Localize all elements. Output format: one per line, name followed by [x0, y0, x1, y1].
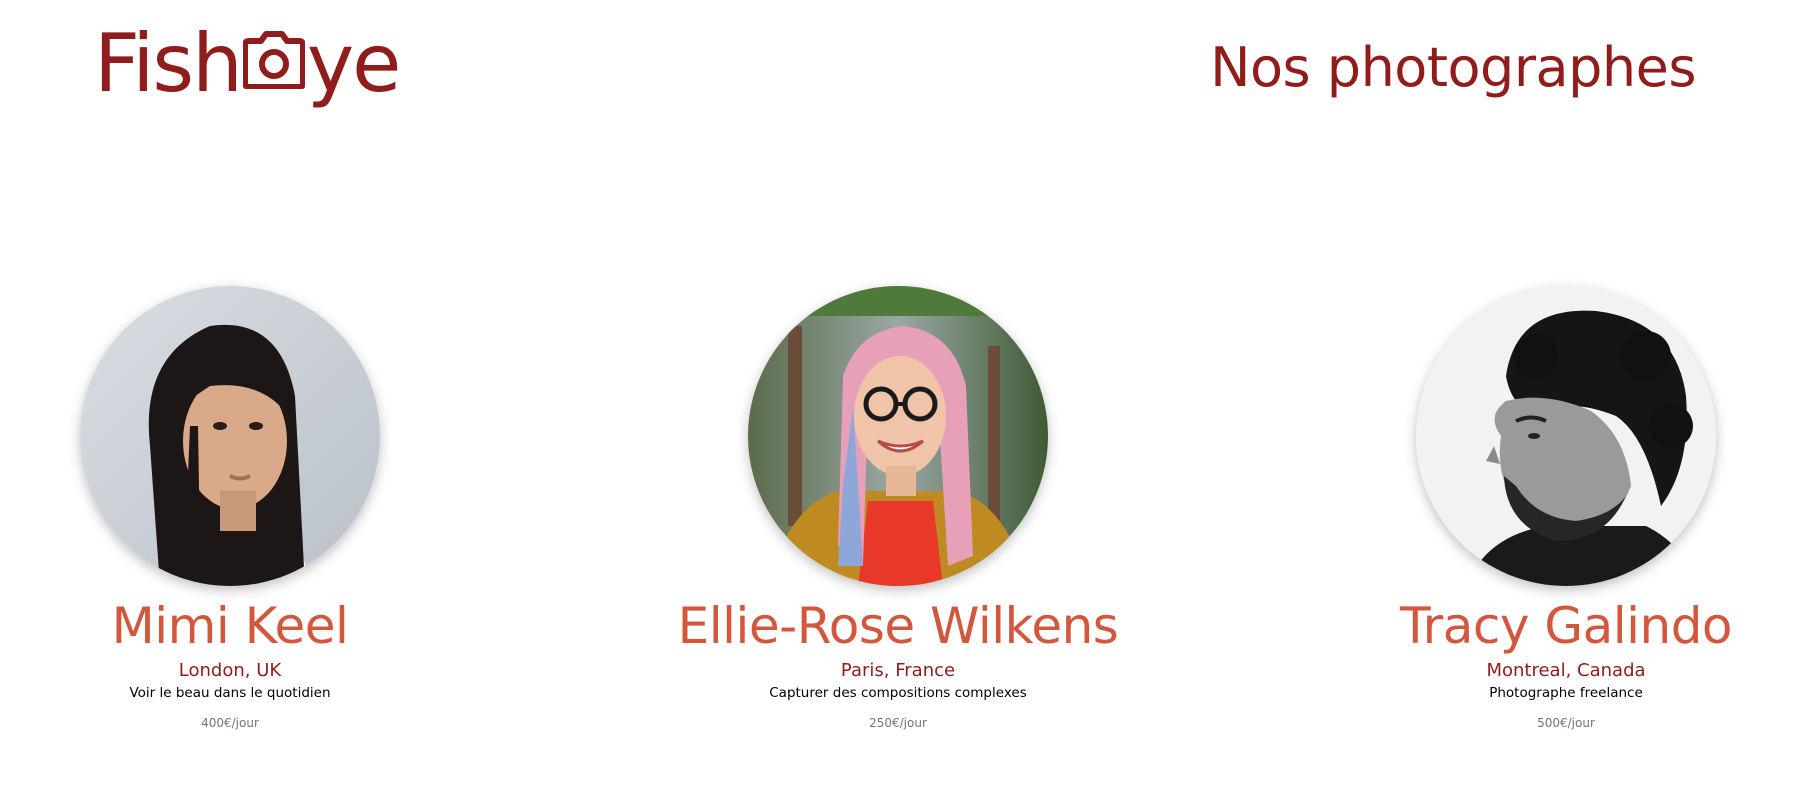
photographer-price: 400€/jour	[201, 716, 259, 730]
site-header: Fish ye Nos photographes	[0, 0, 1810, 140]
logo-text-end: ye	[306, 17, 402, 110]
photographer-location: London, UK	[178, 660, 282, 681]
logo-text-start: Fish	[94, 17, 243, 110]
photographer-location: Montreal, Canada	[1486, 660, 1646, 681]
photographer-portrait-link[interactable]	[1416, 286, 1716, 586]
page-title: Nos photographes	[1210, 36, 1696, 99]
photographer-portrait-link[interactable]	[80, 286, 380, 586]
portrait-image	[80, 286, 380, 586]
photographer-name: Ellie-Rose Wilkens	[677, 597, 1119, 655]
portrait-image	[1416, 286, 1716, 586]
camera-icon	[242, 31, 305, 89]
photographer-tagline: Voir le beau dans le quotidien	[129, 685, 331, 701]
photographer-name: Tracy Galindo	[1399, 597, 1733, 655]
photographer-name: Mimi Keel	[111, 597, 349, 655]
fisheye-logo[interactable]: Fish ye	[94, 16, 402, 112]
photographer-card[interactable]: Ellie-Rose Wilkens Paris, France Capture…	[638, 286, 1158, 730]
photographer-location: Paris, France	[840, 660, 956, 681]
photographer-card[interactable]: Tracy Galindo Montreal, Canada Photograp…	[1306, 286, 1810, 730]
photographer-price: 250€/jour	[869, 716, 927, 730]
photographer-card[interactable]: Mimi Keel London, UK Voir le beau dans l…	[0, 286, 490, 730]
photographer-portrait-link[interactable]	[748, 286, 1048, 586]
photographer-tagline: Photographe freelance	[1489, 685, 1643, 701]
photographer-price: 500€/jour	[1537, 716, 1595, 730]
portrait-image	[748, 286, 1048, 586]
photographer-tagline: Capturer des compositions complexes	[769, 685, 1027, 701]
